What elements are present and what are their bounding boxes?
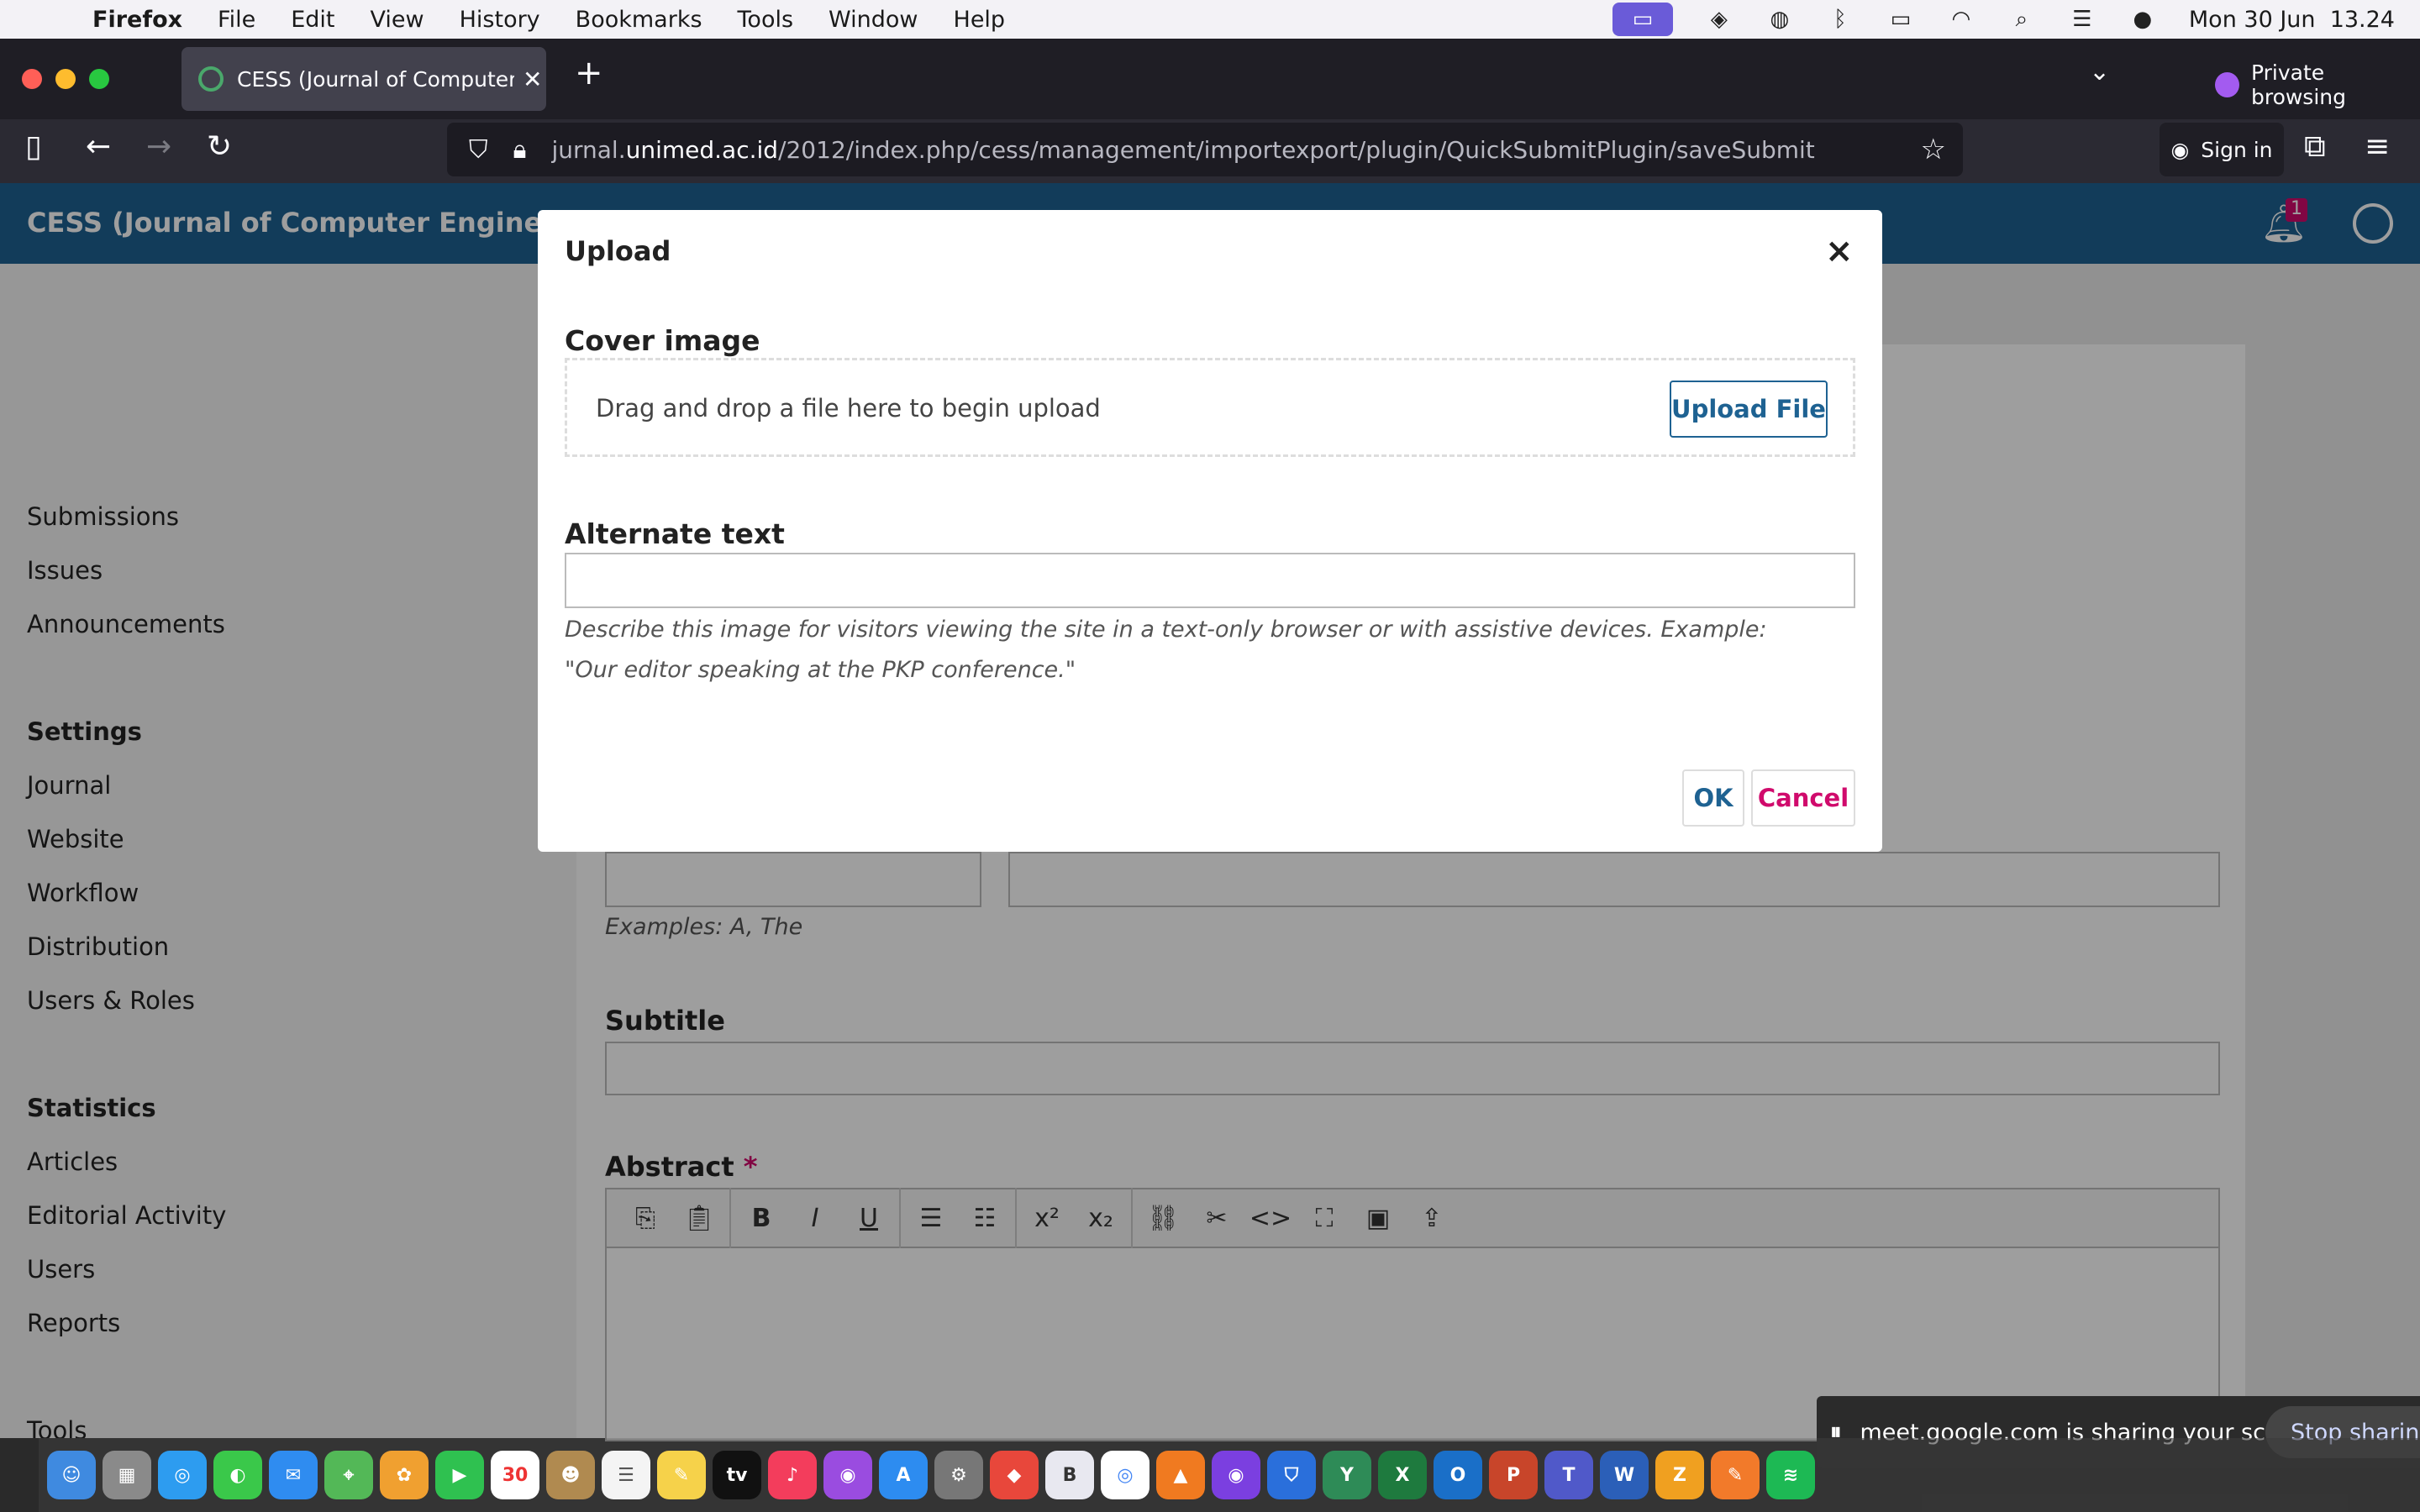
tracking-protection-shield-icon[interactable]: ⛉ xyxy=(469,135,488,165)
zotero-icon[interactable]: Z xyxy=(1655,1451,1704,1499)
menu-file[interactable]: File xyxy=(218,7,255,33)
menu-app-firefox[interactable]: Firefox xyxy=(92,7,182,33)
macos-dock: ☺ ▦ ◎ ◐ ✉ ⌖ ✿ ▶ 30 ☻ ☰ ✎ tv ♪ ◉ A ⚙ ◆ B … xyxy=(39,1438,2420,1512)
siri-icon[interactable]: ● xyxy=(2128,7,2157,32)
tab-strip: CESS (Journal of Computer Eng ✕ + ⌄ Priv… xyxy=(0,39,2420,119)
window-zoom-icon[interactable] xyxy=(89,69,109,89)
url-path: /2012/index.php/cess/management/importex… xyxy=(778,135,1815,164)
launchpad-icon[interactable]: ▦ xyxy=(103,1451,151,1499)
battery-icon[interactable]: ▭ xyxy=(1886,7,1915,32)
window-close-icon[interactable] xyxy=(22,69,42,89)
mail-icon[interactable]: ✉ xyxy=(269,1451,318,1499)
dropzone-text: Drag and drop a file here to begin uploa… xyxy=(596,394,1101,423)
finder-icon[interactable]: ☺ xyxy=(47,1451,96,1499)
sidebar-toggle-icon[interactable]: ▯ xyxy=(25,129,42,164)
lock-icon[interactable]: 🔒︎ xyxy=(513,135,527,165)
calendar-icon[interactable]: 30 xyxy=(491,1451,539,1499)
swift-playgrounds-icon[interactable]: ✎ xyxy=(1711,1451,1760,1499)
vpn-shield-icon[interactable]: ⛉ xyxy=(1267,1451,1316,1499)
alternate-text-hint: Describe this image for visitors viewing… xyxy=(565,617,1767,683)
globe-icon[interactable]: ◍ xyxy=(1765,7,1794,32)
cover-image-label: Cover image xyxy=(565,324,760,357)
notes-icon[interactable]: ✎ xyxy=(657,1451,706,1499)
contacts-icon[interactable]: ☻ xyxy=(546,1451,595,1499)
url-prefix: jurnal. xyxy=(551,135,626,164)
sign-in-button[interactable]: ◉ Sign in xyxy=(2160,123,2284,176)
safari-icon[interactable]: ◎ xyxy=(158,1451,207,1499)
back-icon[interactable]: ← xyxy=(86,129,111,164)
private-browsing-label: Private browsing xyxy=(2250,60,2346,109)
navigation-bar: ▯ ← → ↻ ⛉ 🔒︎ jurnal. unimed.ac.id/2012/in… xyxy=(0,119,2420,183)
sign-in-label: Sign in xyxy=(2201,137,2273,162)
git-tower-icon[interactable]: ▲ xyxy=(1156,1451,1205,1499)
status-area: ▭ ◈ ◍ ᛒ ▭ ◠ ⌕ ☰ ● Mon 30 Jun 13.24 xyxy=(1612,0,2395,39)
facetime-icon[interactable]: ▶ xyxy=(435,1451,484,1499)
file-dropzone[interactable]: Drag and drop a file here to begin uploa… xyxy=(565,358,1855,457)
menu-window[interactable]: Window xyxy=(829,7,918,33)
upload-file-button[interactable]: Upload File xyxy=(1670,381,1828,438)
reminders-icon[interactable]: ☰ xyxy=(602,1451,650,1499)
upload-modal: Upload × Cover image Drag and drop a fil… xyxy=(538,210,1882,852)
reload-icon[interactable]: ↻ xyxy=(207,129,232,164)
podcasts-icon[interactable]: ◉ xyxy=(823,1451,872,1499)
maps-icon[interactable]: ⌖ xyxy=(324,1451,373,1499)
modal-title: Upload xyxy=(565,235,671,267)
outlook-icon[interactable]: O xyxy=(1434,1451,1482,1499)
mendeley-icon[interactable]: Y xyxy=(1323,1451,1371,1499)
spotify-icon[interactable]: ≋ xyxy=(1766,1451,1815,1499)
list-all-tabs-chevron-icon[interactable]: ⌄ xyxy=(2089,57,2110,87)
url-domain: unimed.ac.id xyxy=(625,135,779,164)
bluetooth-off-icon[interactable]: ᛒ xyxy=(1826,7,1854,32)
address-bar[interactable]: ⛉ 🔒︎ jurnal. unimed.ac.id/2012/index.php/… xyxy=(447,123,1963,176)
cancel-button[interactable]: Cancel xyxy=(1751,769,1855,827)
modal-close-icon[interactable]: × xyxy=(1825,232,1854,270)
screen-share-icon[interactable]: ▭ xyxy=(1612,3,1673,36)
journal-favicon-icon xyxy=(198,66,224,92)
app-store-icon[interactable]: A xyxy=(879,1451,928,1499)
apple-tv-icon[interactable]: tv xyxy=(713,1451,761,1499)
teams-icon[interactable]: T xyxy=(1544,1451,1593,1499)
macos-menu-bar: Firefox File Edit View History Bookmarks… xyxy=(0,0,2420,39)
alternate-text-label: Alternate text xyxy=(565,517,785,550)
chrome-icon[interactable]: ◎ xyxy=(1101,1451,1150,1499)
wifi-icon[interactable]: ◠ xyxy=(1947,7,1975,32)
alternate-text-input[interactable] xyxy=(565,553,1855,608)
control-center-icon[interactable]: ☰ xyxy=(2068,7,2096,32)
photos-icon[interactable]: ✿ xyxy=(380,1451,429,1499)
app-menu-icon[interactable]: ≡ xyxy=(2365,129,2390,164)
bookmark-star-icon[interactable]: ☆ xyxy=(1921,133,1946,166)
vpn-icon[interactable]: ◈ xyxy=(1705,7,1733,32)
word-icon[interactable]: W xyxy=(1600,1451,1649,1499)
spotlight-search-icon[interactable]: ⌕ xyxy=(2007,7,2036,32)
messages-icon[interactable]: ◐ xyxy=(213,1451,262,1499)
menu-tools[interactable]: Tools xyxy=(738,7,794,33)
menu-view[interactable]: View xyxy=(371,7,424,33)
menu-history[interactable]: History xyxy=(460,7,540,33)
tab-close-icon[interactable]: ✕ xyxy=(523,66,542,93)
tab-title: CESS (Journal of Computer Eng xyxy=(237,66,514,92)
menu-help[interactable]: Help xyxy=(954,7,1006,33)
forward-icon: → xyxy=(146,129,172,164)
extensions-icon[interactable]: ⧉ xyxy=(2304,129,2326,165)
menu-bookmarks[interactable]: Bookmarks xyxy=(576,7,702,33)
menu-edit[interactable]: Edit xyxy=(291,7,334,33)
excel-icon[interactable]: X xyxy=(1378,1451,1427,1499)
anydesk-icon[interactable]: ◆ xyxy=(990,1451,1039,1499)
music-icon[interactable]: ♪ xyxy=(768,1451,817,1499)
system-settings-icon[interactable]: ⚙ xyxy=(934,1451,983,1499)
bbedit-icon[interactable]: B xyxy=(1045,1451,1094,1499)
private-browsing-indicator: Private browsing xyxy=(2215,60,2420,109)
ok-button[interactable]: OK xyxy=(1682,769,1744,827)
firefox-icon[interactable]: ◉ xyxy=(1212,1451,1260,1499)
account-icon: ◉ xyxy=(2170,137,2190,162)
tab-cess[interactable]: CESS (Journal of Computer Eng ✕ xyxy=(182,47,546,111)
new-tab-icon[interactable]: + xyxy=(575,54,603,92)
private-mask-icon xyxy=(2215,72,2239,97)
powerpoint-icon[interactable]: P xyxy=(1489,1451,1538,1499)
window-minimize-icon[interactable] xyxy=(55,69,76,89)
clock[interactable]: Mon 30 Jun 13.24 xyxy=(2189,7,2395,33)
